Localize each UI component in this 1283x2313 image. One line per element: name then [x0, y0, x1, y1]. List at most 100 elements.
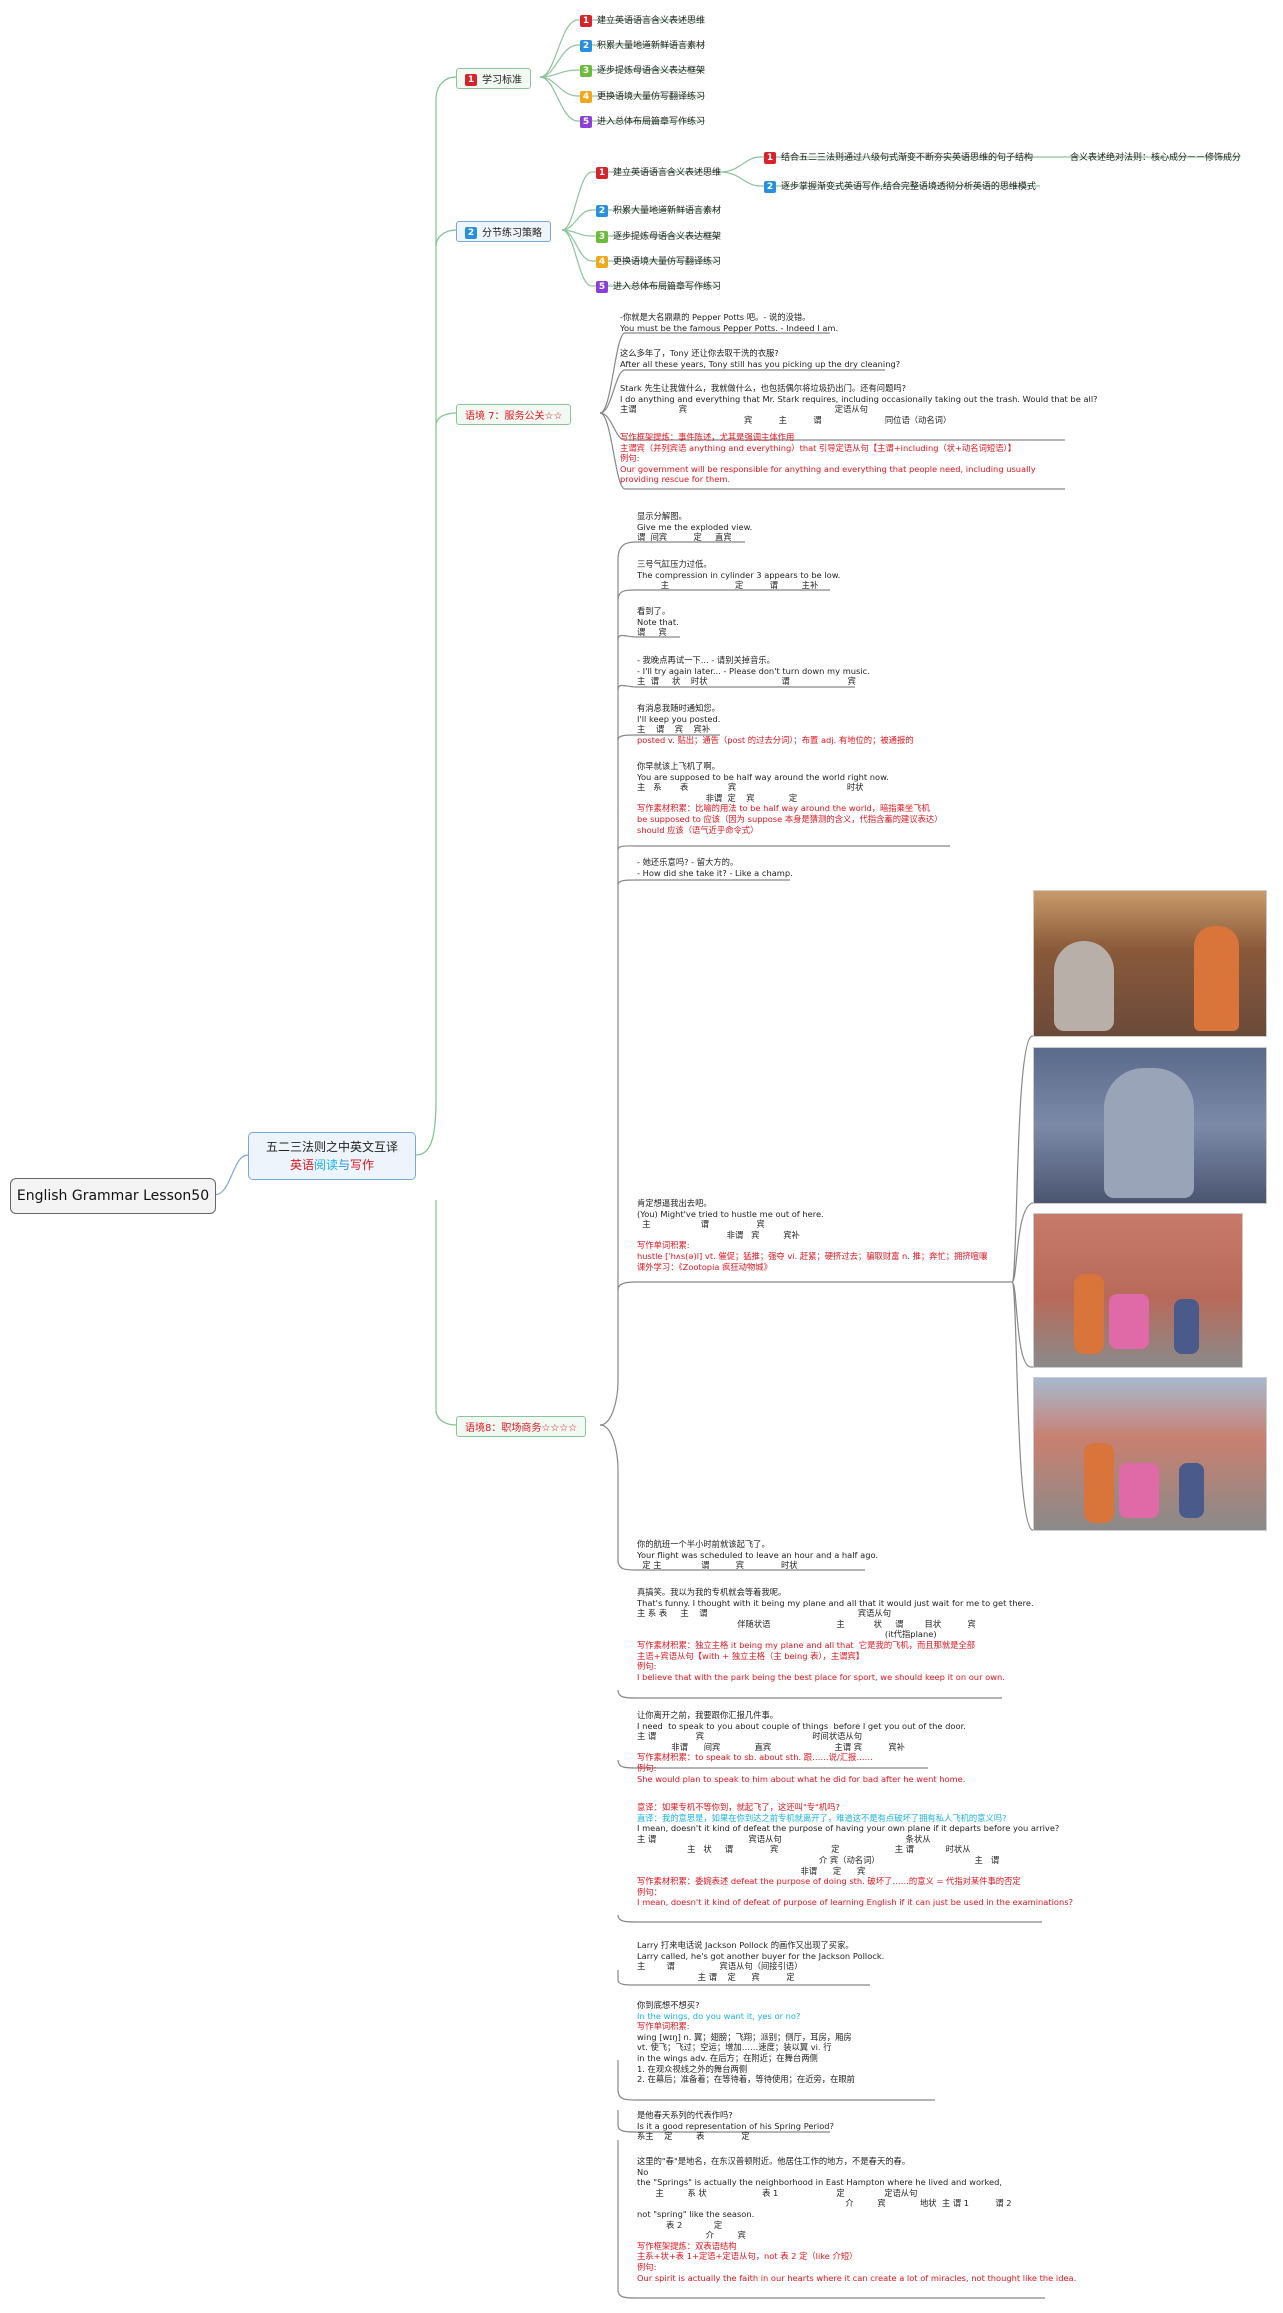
sec8-block-15[interactable]: 是他春天系列的代表作吗? Is it a good representation … — [637, 2110, 834, 2142]
text-line: 例句: — [637, 1661, 657, 1672]
text-line: 肯定想逼我出去吧。 — [637, 1198, 712, 1208]
number-badge-icon: 2 — [764, 180, 776, 193]
number-badge-icon: 3 — [596, 230, 608, 243]
sec8-block-9[interactable]: 你的航班一个半小时前就该起飞了。 Your flight was schedule… — [637, 1539, 878, 1571]
sec2-item-1-label: 建立英语语言含义表述思维 — [613, 168, 722, 178]
sec1-item-1-label: 建立英语语言含义表述思维 — [597, 16, 706, 26]
sec7-block-1[interactable]: -你就是大名鼎鼎的 Pepper Potts 吧。- 说的没错。 You must… — [620, 312, 838, 333]
number-badge-icon: 1 — [580, 14, 592, 27]
sec2-item-4[interactable]: 4 更换语境大量仿写翻译练习 — [596, 254, 721, 268]
root-node[interactable]: English Grammar Lesson50 — [10, 1178, 216, 1214]
text-line: 主 谓 定 宾 定 — [637, 1971, 795, 1982]
text-line: 主语+宾语从句【with + 独立主格（主 being 表），主谓宾】 — [637, 1650, 865, 1661]
sec8-block-12[interactable]: 意译：如果专机不等你到，就起飞了，这还叫"专"机吗? 直译：我的意思是，如果在你到… — [637, 1802, 1073, 1908]
text-line: 介 宾 地状 主 谓 1 谓 2 — [637, 2198, 1012, 2209]
text-line: (it代指plane) — [637, 1629, 937, 1640]
sec8-block-10[interactable]: 真搞笑。我以为我的专机就会等着我呢。 That's funny. I though… — [637, 1587, 1034, 1682]
main-topic-line2: 英语阅读与写作 — [249, 1156, 415, 1174]
sec7-block-3[interactable]: Stark 先生让我做什么，我就做什么，也包括偶尔将垃圾扔出门。还有问题吗? I … — [620, 383, 1098, 425]
text-line: Larry called, he's got another buyer for… — [637, 1950, 885, 1961]
text-line: 写作素材积累：委婉表述 defeat the purpose of doing … — [637, 1876, 1021, 1887]
sec2-item-5[interactable]: 5 进入总体布局篇章写作练习 — [596, 279, 721, 293]
number-badge-icon: 4 — [580, 90, 592, 103]
sec1-item-2[interactable]: 2 积累大量地道新鲜语言素材 — [580, 38, 705, 52]
sec8-block-7[interactable]: - 她还乐意吗? - 留大方的。 - How did she take it? -… — [637, 857, 793, 878]
sec2-item-4-label: 更换语境大量仿写翻译练习 — [613, 257, 722, 267]
text-line: 显示分解图。 — [637, 511, 687, 521]
text-line: 三号气缸压力过低。 — [637, 559, 712, 569]
sec8-block-13[interactable]: Larry 打来电话说 Jackson Pollock 的画作又出现了买家。 La… — [637, 1940, 884, 1982]
sec7-block-4[interactable]: 写作框架提炼：事件陈述，尤其是强调主体作用 主谓宾（并列宾语 anything a… — [620, 432, 1036, 485]
sec8-block-2[interactable]: 三号气缸压力过低。 The compression in cylinder 3 a… — [637, 559, 840, 591]
text-line: 你早就该上飞机了啊。 — [637, 761, 720, 771]
text-line: vt. 使飞；飞过；空运；增加……速度；装以翼 vi. 行 — [637, 2042, 832, 2053]
text-line: 写作单词积累: — [637, 1240, 690, 1251]
sec2-sub-note[interactable]: 含义表述绝对法则：核心成分－－修饰成分 — [1070, 150, 1241, 163]
text-line: wing [wɪŋ] n. 翼；翅膀；飞翔；派别；侧厅，耳房，厢房 — [637, 2031, 852, 2042]
sec8-block-11[interactable]: 让你离开之前，我要跟你汇报几件事。 I need to speak to you … — [637, 1710, 966, 1784]
text-line: 例句： — [637, 1886, 662, 1897]
text-line: 例句: — [620, 453, 640, 464]
text-line: the "Springs" is actually the neighborho… — [637, 2177, 1002, 2188]
text-line: She would plan to speak to him about wha… — [637, 1773, 966, 1784]
text-line: 有消息我随时通知您。 — [637, 703, 720, 713]
sec2-sub-1[interactable]: 1 结合五二三法则通过八级句式渐变不断夯实英语思维的句子结构 — [764, 150, 1033, 164]
sec8-block-14[interactable]: 你到底想不想买? In the wings, do you want it, ye… — [637, 2000, 855, 2085]
text-line: 主 系 表 宾 时状 — [637, 782, 864, 793]
sec1-item-5[interactable]: 5 进入总体布局篇章写作练习 — [580, 114, 705, 128]
main-topic-part-d: 写作 — [350, 1158, 375, 1172]
text-line: 主 谓 宾语从句 条状从 — [637, 1833, 931, 1844]
text-line: 写作单词积累: — [637, 2021, 690, 2032]
movie-still-1 — [1033, 890, 1267, 1037]
text-line: 谓 宾 — [637, 627, 667, 638]
node-context-7[interactable]: 语境 7：服务公关☆☆ — [456, 404, 572, 425]
sec2-item-1[interactable]: 1 建立英语语言含义表述思维 — [596, 165, 721, 179]
text-line: 主谓 宾 定语从句 — [620, 404, 868, 415]
text-line: 介 宾 — [637, 2230, 746, 2241]
sec8-block-4[interactable]: - 我晚点再试一下... - 请别关掉音乐。 - I'll try again l… — [637, 655, 870, 687]
sec8-block-5[interactable]: 有消息我随时通知您。 I'll keep you posted. 主 谓 宾 宾补 p… — [637, 703, 914, 745]
sec8-block-8[interactable]: 肯定想逼我出去吧。 (You) Might've tried to hustle … — [637, 1198, 987, 1272]
text-line: - How did she take it? - Like a champ. — [637, 867, 793, 878]
main-topic-node[interactable]: 五二三法则之中英文互译 英语阅读与写作 — [248, 1132, 416, 1180]
node-study-standard[interactable]: 1 学习标准 — [456, 68, 531, 89]
text-line: 非谓 间宾 直宾 主谓 宾 宾补 — [637, 1741, 905, 1752]
text-line: I believe that with the park being the b… — [637, 1671, 1005, 1682]
sec2-item-3[interactable]: 3 逐步提炼母语含义表达框架 — [596, 229, 721, 243]
text-line: providing rescue for them. — [620, 474, 731, 485]
sec1-item-4[interactable]: 4 更换语境大量仿写翻译练习 — [580, 89, 705, 103]
text-line: 主系+状+表 1+定语+定语从句，not 表 2 定（like 介短） — [637, 2251, 858, 2262]
text-line: Note that. — [637, 616, 679, 627]
node-section-strategy[interactable]: 2 分节练习策略 — [456, 221, 551, 242]
text-line: in the wings adv. 在后方；在附近；在舞台两侧 — [637, 2052, 818, 2063]
sec8-block-3[interactable]: 看到了。 Note that. 谓 宾 — [637, 606, 679, 638]
node-context-8[interactable]: 语境8：职场商务☆☆☆☆ — [456, 1416, 587, 1437]
main-topic-line1: 五二三法则之中英文互译 — [265, 1140, 398, 1154]
text-line: Larry 打来电话说 Jackson Pollock 的画作又出现了买家。 — [637, 1940, 854, 1950]
text-line: I mean, doesn't it kind of defeat of pur… — [637, 1897, 1073, 1908]
sec8-block-1[interactable]: 显示分解图。 Give me the exploded view. 谓 间宾 定 直… — [637, 511, 752, 543]
text-line: You must be the famous Pepper Potts. - I… — [620, 322, 839, 333]
sec2-item-2[interactable]: 2 积累大量地道新鲜语言素材 — [596, 203, 721, 217]
text-line: be supposed to 应该（因为 suppose 本身是猜测的含义，代指… — [637, 813, 943, 824]
number-badge-icon: 2 — [580, 39, 592, 52]
text-line: I'll keep you posted. — [637, 713, 721, 724]
sec8-block-16[interactable]: 这里的"春"是地名，在东汉普顿附近。他居住工作的地方，不是春天的春。 No the … — [637, 2156, 1076, 2283]
text-line: 1. 在观众视线之外的舞台两侧 — [637, 2063, 748, 2074]
text-line: 写作素材积累：to speak to sb. about sth. 跟……说/汇… — [637, 1752, 873, 1763]
sec7-block-2[interactable]: 这么多年了，Tony 还让你去取干洗的衣服? After all these ye… — [620, 348, 900, 369]
text-line: 主 系 状 表 1 定 定语从句 — [637, 2187, 918, 2198]
text-line: 这里的"春"是地名，在东汉普顿附近。他居住工作的地方，不是春天的春。 — [637, 2156, 911, 2166]
sec1-item-3-label: 逐步提炼母语含义表达框架 — [597, 66, 706, 76]
text-line: No — [637, 2166, 649, 2177]
text-line: Stark 先生让我做什么，我就做什么，也包括偶尔将垃圾扔出门。还有问题吗? — [620, 383, 907, 393]
main-topic-part-b: 阅读 — [313, 1158, 338, 1172]
sec1-item-3[interactable]: 3 逐步提炼母语含义表达框架 — [580, 63, 705, 77]
sec2-sub-2[interactable]: 2 逐步掌握渐变式英语写作,结合完整语境透彻分析英语的思维模式 — [764, 179, 1036, 193]
text-line: 主谓宾（并列宾语 anything and everything）that 引导… — [620, 442, 1016, 453]
sec1-item-1[interactable]: 1 建立英语语言含义表述思维 — [580, 13, 705, 27]
sec8-block-6[interactable]: 你早就该上飞机了啊。 You are supposed to be half wa… — [637, 761, 943, 835]
number-badge-icon: 5 — [596, 280, 608, 293]
text-line: 这么多年了，Tony 还让你去取干洗的衣服? — [620, 348, 779, 358]
text-line: The compression in cylinder 3 appears to… — [637, 569, 841, 580]
